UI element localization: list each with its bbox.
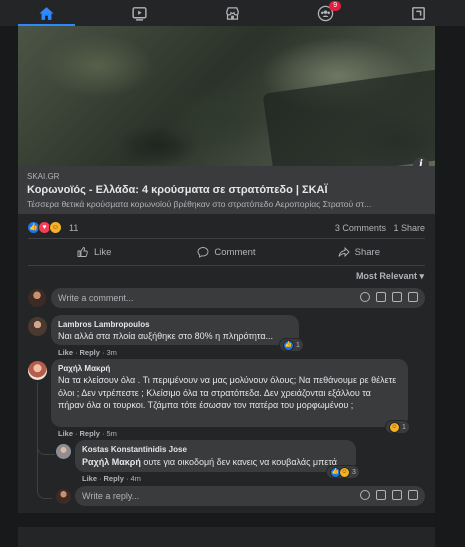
- haha-reaction-icon: ☺: [339, 466, 350, 478]
- share-button-label: Share: [354, 246, 380, 258]
- reply-meta: Like · Reply · 4m: [82, 474, 141, 483]
- comment-reaction-count: 1: [402, 423, 406, 431]
- comment-reply-link[interactable]: Reply: [80, 429, 100, 438]
- composer-tools: [354, 292, 418, 302]
- top-navigation: 9: [0, 0, 465, 26]
- reply-reply-link[interactable]: Reply: [104, 474, 124, 483]
- haha-reaction-icon: ☺: [389, 421, 400, 433]
- post-card: i SKAI.GR Κορωνοϊός - Ελλάδα: 4 κρούσματ…: [18, 26, 435, 513]
- mention-link[interactable]: Ραχήλ Μακρή: [82, 457, 141, 467]
- comment-bubble: Lambros Lambropoulos Ναι αλλά στα πλοία …: [51, 315, 299, 345]
- marketplace-icon: [226, 6, 239, 20]
- post-actions: Like Comment Share: [28, 242, 425, 262]
- sort-label: Most Relevant: [355, 271, 417, 281]
- comment-composer[interactable]: Write a comment...: [51, 288, 425, 308]
- link-description: Τέσσερα θετικά κρούσματα κορωνοϊού βρέθη…: [27, 199, 372, 209]
- comment-meta: Like · Reply · 5m: [58, 429, 117, 438]
- emoji-icon[interactable]: [360, 292, 370, 302]
- link-domain: SKAI.GR: [27, 172, 60, 181]
- comment-text: Ναι αλλά στα πλοία αυξήθηκε στο 80% η πλ…: [58, 331, 274, 341]
- reaction-count: 11: [69, 222, 79, 233]
- reply-author[interactable]: Kostas Konstantinidis Jose: [82, 445, 187, 454]
- reply-composer[interactable]: Write a reply...: [75, 486, 425, 506]
- reply-time[interactable]: 4m: [130, 474, 140, 483]
- camera-icon[interactable]: [376, 490, 386, 500]
- avatar[interactable]: [56, 444, 71, 459]
- comment-reactions[interactable]: 👍 ☺ 3: [327, 466, 359, 478]
- avatar[interactable]: [28, 289, 46, 307]
- nav-gaming[interactable]: [372, 0, 465, 26]
- next-post-card: [18, 527, 435, 547]
- comment-reaction-count: 3: [352, 468, 356, 476]
- notification-badge: 9: [329, 1, 342, 11]
- comment-author[interactable]: Ραχήλ Μακρή: [58, 364, 110, 373]
- emoji-icon[interactable]: [360, 490, 370, 500]
- comment-reactions[interactable]: ☺ 1: [386, 421, 409, 433]
- link-preview[interactable]: SKAI.GR Κορωνοϊός - Ελλάδα: 4 κρούσματα …: [18, 166, 435, 214]
- reply-input[interactable]: Write a reply...: [82, 491, 139, 501]
- comment-text: Να τα κλείσουν όλα . Τι περιμένουν να μα…: [58, 375, 397, 410]
- like-button[interactable]: Like: [28, 242, 160, 262]
- like-reaction-icon: 👍: [283, 339, 294, 351]
- comment-bubble: Ραχήλ Μακρή Να τα κλείσουν όλα . Τι περι…: [51, 359, 408, 427]
- gaming-icon: [412, 6, 425, 20]
- gif-icon[interactable]: [392, 490, 402, 500]
- caret-down-icon: ▾: [419, 271, 424, 281]
- like-button-label: Like: [93, 246, 112, 258]
- divider: [28, 238, 425, 239]
- reaction-summary[interactable]: 👍 ♥ ☺ 11: [27, 221, 78, 234]
- haha-reaction-icon: ☺: [49, 221, 62, 234]
- comment-reply-link[interactable]: Reply: [80, 348, 100, 357]
- avatar[interactable]: [28, 361, 47, 380]
- comment-like-link[interactable]: Like: [58, 348, 73, 357]
- post-stats: 3 Comments 1 Share: [330, 223, 425, 233]
- comment-time[interactable]: 5m: [106, 429, 116, 438]
- shares-count-link[interactable]: 1 Share: [393, 223, 425, 233]
- sticker-icon[interactable]: [408, 292, 418, 302]
- reply-like-link[interactable]: Like: [82, 474, 97, 483]
- divider: [28, 265, 425, 266]
- nav-watch[interactable]: [93, 0, 186, 26]
- thread-line: [37, 382, 55, 455]
- reply-text: ουτε για οικοδομή δεν κανεις να κουβαλάς…: [143, 457, 337, 467]
- comment-time[interactable]: 3m: [106, 348, 116, 357]
- avatar[interactable]: [28, 317, 47, 336]
- comment-meta: Like · Reply · 3m: [58, 348, 117, 357]
- nav-home[interactable]: [0, 0, 93, 26]
- nav-groups[interactable]: 9: [279, 0, 372, 26]
- share-icon: [338, 246, 350, 258]
- comment-reactions[interactable]: 👍 1: [280, 339, 303, 351]
- share-button[interactable]: Share: [293, 242, 425, 262]
- comment-author[interactable]: Lambros Lambropoulos: [58, 320, 150, 329]
- watch-icon: [132, 6, 147, 21]
- nav-marketplace[interactable]: [186, 0, 279, 26]
- comment-icon: [197, 247, 209, 258]
- comment-like-link[interactable]: Like: [58, 429, 73, 438]
- comment-button[interactable]: Comment: [160, 242, 292, 262]
- comment-button-label: Comment: [214, 246, 256, 258]
- link-preview-image[interactable]: [18, 26, 435, 166]
- reply-bubble: Kostas Konstantinidis Jose Ραχήλ Μακρή ο…: [75, 440, 356, 472]
- home-icon: [39, 6, 54, 20]
- composer-tools: [354, 490, 418, 500]
- reply-text-line: Ραχήλ Μακρή ουτε για οικοδομή δεν κανεις…: [82, 456, 337, 469]
- sort-comments-dropdown[interactable]: Most Relevant ▾: [356, 271, 424, 282]
- thumbs-up-icon: [77, 247, 88, 257]
- gif-icon[interactable]: [392, 292, 402, 302]
- comment-input[interactable]: Write a comment...: [58, 293, 133, 303]
- link-title: Κορωνοϊός - Ελλάδα: 4 κρούσματα σε στρατ…: [27, 184, 328, 196]
- comment-reaction-count: 1: [296, 341, 300, 349]
- sticker-icon[interactable]: [408, 490, 418, 500]
- camera-icon[interactable]: [376, 292, 386, 302]
- avatar[interactable]: [56, 489, 71, 504]
- comments-count-link[interactable]: 3 Comments: [335, 223, 386, 233]
